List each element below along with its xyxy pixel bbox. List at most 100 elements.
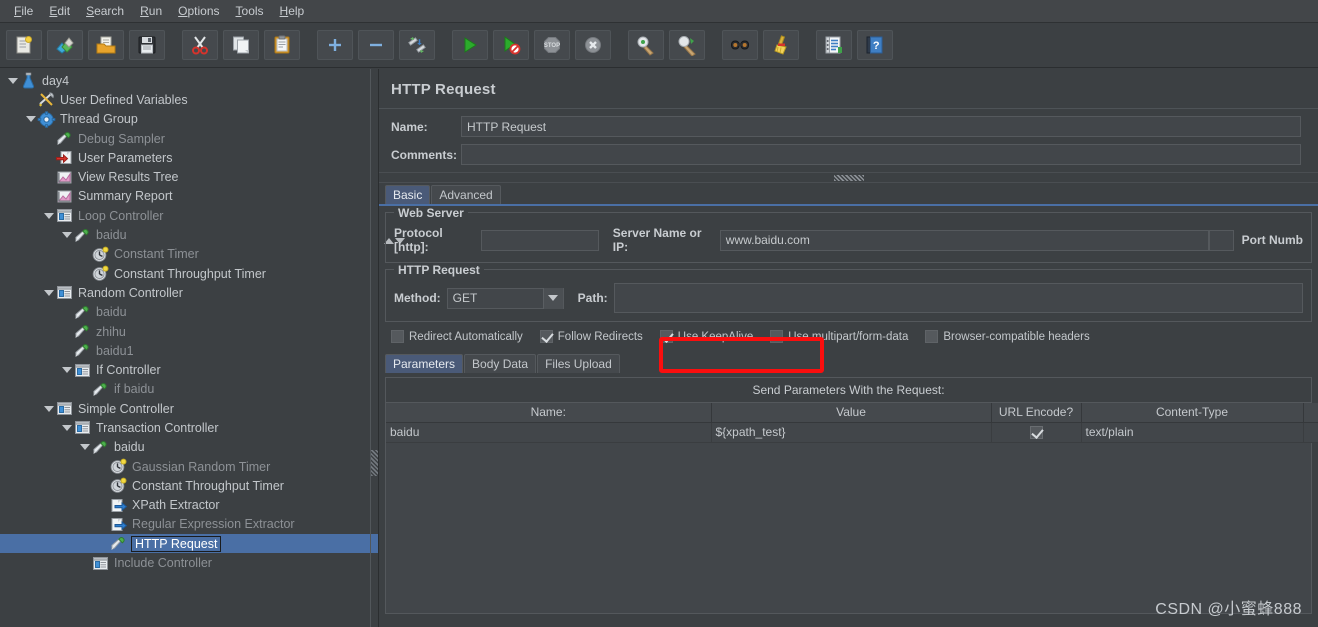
url-encode-checkbox[interactable] — [1029, 426, 1043, 440]
collapse-all-icon[interactable] — [358, 30, 394, 60]
checkbox-box[interactable] — [925, 330, 939, 343]
cell-name[interactable]: baidu — [386, 422, 712, 443]
expand-collapse-icon[interactable] — [60, 421, 73, 434]
tree-item-regular-expression-extractor[interactable]: Regular Expression Extractor — [0, 515, 378, 534]
tree-item-include-controller[interactable]: Include Controller — [0, 553, 378, 572]
clear-all-icon[interactable] — [669, 30, 705, 60]
tab-files-upload[interactable]: Files Upload — [537, 354, 620, 373]
comments-input[interactable] — [461, 144, 1301, 165]
checkbox-box[interactable] — [659, 330, 673, 343]
tree-item-baidu[interactable]: baidu — [0, 438, 378, 457]
parameters-empty-area[interactable] — [386, 442, 1311, 613]
start-icon[interactable] — [452, 30, 488, 60]
column-header-extra[interactable] — [1303, 403, 1318, 423]
path-input[interactable] — [613, 283, 1303, 313]
vertical-split-handle[interactable] — [371, 450, 378, 476]
tree-item-transaction-controller[interactable]: Transaction Controller — [0, 418, 378, 437]
cell-value[interactable]: ${xpath_test} — [711, 422, 992, 443]
menu-help[interactable]: Help — [272, 2, 313, 20]
menu-tools[interactable]: Tools — [228, 2, 272, 20]
checkbox-follow-redirects[interactable]: Follow Redirects — [539, 330, 655, 343]
checkbox-redirect-automatically[interactable]: Redirect Automatically — [391, 330, 535, 343]
checkbox-use-multipart-form-data[interactable]: Use multipart/form-data — [770, 330, 920, 343]
horizontal-split-bar[interactable] — [379, 172, 1318, 183]
start-no-pauses-icon[interactable] — [493, 30, 529, 60]
tree-item-user-defined-variables[interactable]: User Defined Variables — [0, 90, 378, 109]
tree-item-thread-group[interactable]: Thread Group — [0, 110, 378, 129]
tree-item-day4[interactable]: day4 — [0, 71, 378, 90]
tree-item-gaussian-random-timer[interactable]: Gaussian Random Timer — [0, 457, 378, 476]
clear-icon[interactable] — [628, 30, 664, 60]
tab-advanced[interactable]: Advanced — [431, 185, 501, 204]
name-input[interactable]: HTTP Request — [461, 116, 1301, 137]
menu-search[interactable]: Search — [78, 2, 132, 20]
new-icon[interactable] — [6, 30, 42, 60]
tree-item-zhihu[interactable]: zhihu — [0, 322, 378, 341]
open-icon[interactable] — [88, 30, 124, 60]
tree-item-if-baidu[interactable]: if baidu — [0, 380, 378, 399]
checkbox-use-keepalive[interactable]: Use KeepAlive — [659, 330, 765, 343]
checkbox-box[interactable] — [539, 330, 553, 343]
menu-run[interactable]: Run — [132, 2, 170, 20]
expand-collapse-icon[interactable] — [42, 402, 55, 415]
checkbox-box[interactable] — [770, 330, 784, 343]
tab-parameters[interactable]: Parameters — [385, 354, 464, 373]
expand-all-icon[interactable] — [317, 30, 353, 60]
stop-icon[interactable]: STOP — [534, 30, 570, 60]
function-helper-icon[interactable] — [816, 30, 852, 60]
method-select[interactable]: GET — [446, 287, 564, 309]
horizontal-split-grip[interactable] — [833, 174, 864, 181]
tree-item-http-request[interactable]: HTTP Request — [0, 534, 378, 554]
expand-collapse-icon[interactable] — [60, 364, 73, 377]
checkbox-box[interactable] — [391, 330, 404, 343]
server-input[interactable]: www.baidu.com — [719, 229, 1209, 251]
reset-search-icon[interactable] — [763, 30, 799, 60]
menu-file[interactable]: File — [6, 2, 41, 20]
cell-url-encode[interactable] — [991, 422, 1082, 443]
save-icon[interactable] — [129, 30, 165, 60]
parameters-table[interactable]: Name: Value URL Encode? Content-Type bai… — [386, 403, 1318, 443]
tree-item-random-controller[interactable]: Random Controller — [0, 283, 378, 302]
table-row[interactable]: baidu ${xpath_test} text/plain — [386, 422, 1318, 443]
tree-item-baidu[interactable]: baidu — [0, 303, 378, 322]
cell-content-type[interactable]: text/plain — [1081, 422, 1304, 443]
cut-icon[interactable] — [182, 30, 218, 60]
tree-item-if-controller[interactable]: If Controller — [0, 360, 378, 379]
copy-icon[interactable] — [223, 30, 259, 60]
tree-item-constant-throughput-timer[interactable]: Constant Throughput Timer — [0, 264, 378, 283]
protocol-input[interactable] — [481, 229, 599, 251]
menu-edit[interactable]: Edit — [41, 2, 78, 20]
shutdown-icon[interactable] — [575, 30, 611, 60]
tree-item-constant-throughput-timer[interactable]: Constant Throughput Timer — [0, 476, 378, 495]
menu-options[interactable]: Options — [170, 2, 227, 20]
templates-icon[interactable] — [47, 30, 83, 60]
tree-item-summary-report[interactable]: Summary Report — [0, 187, 378, 206]
expand-collapse-icon[interactable] — [42, 209, 55, 222]
tab-basic[interactable]: Basic — [385, 185, 431, 204]
column-header-content-type[interactable]: Content-Type — [1081, 403, 1304, 423]
column-header-url-encode[interactable]: URL Encode? — [991, 403, 1082, 423]
checkbox-browser-compatible-headers[interactable]: Browser-compatible headers — [925, 330, 1101, 343]
tree-item-loop-controller[interactable]: Loop Controller — [0, 206, 378, 225]
tree-item-baidu1[interactable]: baidu1 — [0, 341, 378, 360]
paste-icon[interactable] — [264, 30, 300, 60]
expand-collapse-icon[interactable] — [42, 286, 55, 299]
expand-collapse-icon[interactable] — [60, 229, 73, 242]
expand-collapse-icon[interactable] — [6, 74, 19, 87]
tree-item-xpath-extractor[interactable]: XPath Extractor — [0, 496, 378, 515]
help-icon[interactable]: ? — [857, 30, 893, 60]
column-header-name[interactable]: Name: — [386, 403, 712, 423]
chevron-down-icon[interactable] — [542, 287, 563, 309]
tab-body-data[interactable]: Body Data — [464, 354, 537, 373]
expand-collapse-icon[interactable] — [78, 441, 91, 454]
search-icon[interactable] — [722, 30, 758, 60]
tree-item-view-results-tree[interactable]: View Results Tree — [0, 167, 378, 186]
toggle-icon[interactable] — [399, 30, 435, 60]
tree-item-user-parameters[interactable]: User Parameters — [0, 148, 378, 167]
column-header-value[interactable]: Value — [711, 403, 992, 423]
tree-item-debug-sampler[interactable]: Debug Sampler — [0, 129, 378, 148]
expand-collapse-icon[interactable] — [24, 113, 37, 126]
port-input[interactable] — [1208, 229, 1234, 251]
tree-item-simple-controller[interactable]: Simple Controller — [0, 399, 378, 418]
cell-include-equals[interactable] — [1303, 422, 1318, 443]
